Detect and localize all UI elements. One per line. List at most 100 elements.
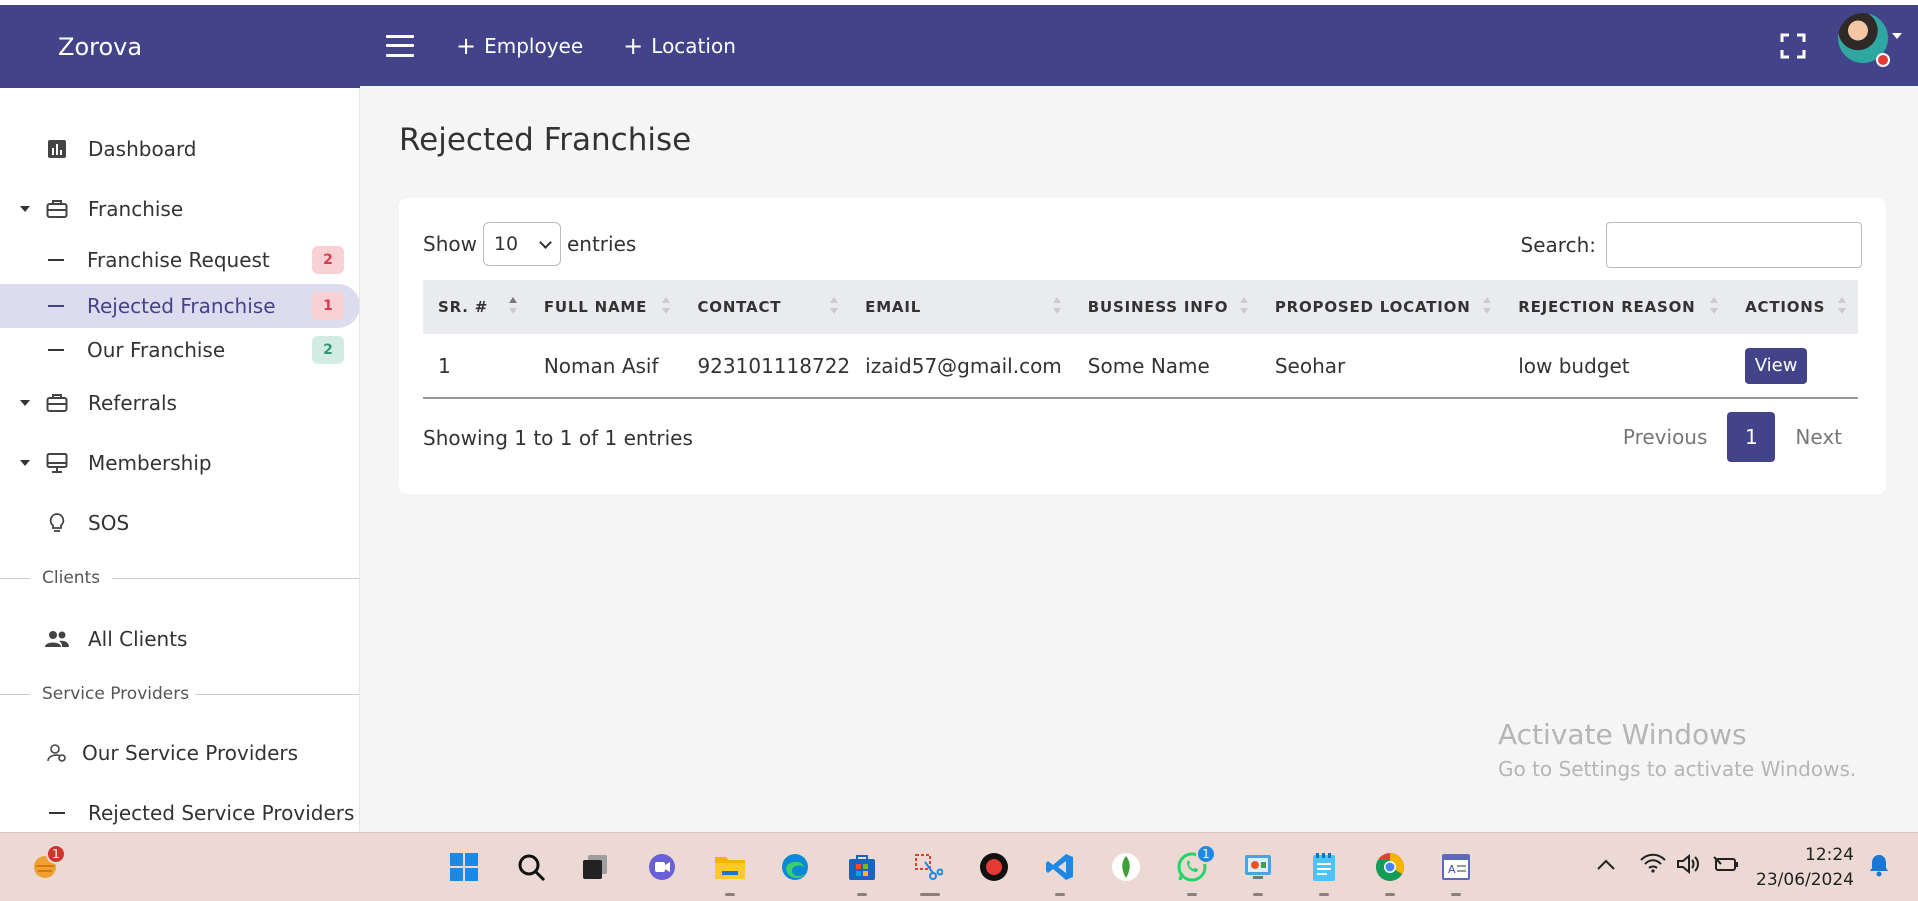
previous-page-button[interactable]: Previous	[1603, 425, 1728, 449]
section-title: Service Providers	[42, 684, 190, 704]
running-indicator	[1187, 893, 1197, 896]
sidebar-item-all-clients[interactable]: All Clients	[0, 622, 359, 656]
sidebar-item-rejected-service-providers[interactable]: Rejected Service Providers	[0, 796, 359, 830]
view-button[interactable]: View	[1745, 347, 1808, 384]
file-explorer-icon[interactable]	[713, 850, 747, 884]
chrome-icon[interactable]	[1373, 850, 1407, 884]
add-location-link[interactable]: + Location	[623, 34, 736, 58]
control-panel-icon[interactable]	[1241, 850, 1275, 884]
bar-chart-icon	[44, 136, 70, 162]
brand-logo[interactable]: Zorova	[0, 5, 360, 88]
weather-badge: 1	[46, 844, 66, 864]
clock-date: 23/06/2024	[1756, 870, 1854, 890]
cell-sr: 1	[438, 353, 451, 378]
screen-recorder-icon[interactable]	[977, 850, 1011, 884]
chevron-up-icon[interactable]	[1596, 855, 1616, 876]
sort-icon	[508, 297, 517, 317]
sidebar: Dashboard Franchise Franchise Request 2 …	[0, 88, 360, 832]
brand-name: Zorova	[58, 32, 143, 61]
windows-start-icon[interactable]	[447, 850, 481, 884]
column-header-rejection-reason[interactable]: REJECTION REASON	[1503, 280, 1730, 334]
caret-down-icon	[20, 460, 30, 466]
rejected-franchise-table: SR. # FULL NAME CONTACT EMAIL BUSINESS I…	[423, 280, 1858, 399]
sidebar-item-label: Our Service Providers	[82, 741, 299, 765]
wordpad-icon[interactable]: A	[1439, 850, 1473, 884]
column-header-email[interactable]: EMAIL	[850, 280, 1073, 334]
page-size-value: 10	[493, 233, 519, 255]
next-page-button[interactable]: Next	[1775, 425, 1862, 449]
volume-icon[interactable]	[1676, 853, 1702, 880]
sort-icon	[1483, 297, 1492, 317]
sidebar-item-franchise[interactable]: Franchise	[0, 192, 359, 226]
sidebar-item-sos[interactable]: SOS	[0, 506, 359, 540]
clock-time: 12:24	[1805, 845, 1854, 865]
cell-email: izaid57@gmail.com	[865, 353, 1062, 378]
column-header-actions[interactable]: ACTIONS	[1730, 280, 1858, 334]
section-title: Clients	[42, 568, 101, 588]
sort-icon	[830, 297, 839, 317]
pagination: Previous 1 Next	[1603, 412, 1862, 462]
add-employee-link[interactable]: + Employee	[456, 34, 583, 58]
sidebar-subitem-our-franchise[interactable]: Our Franchise 2	[0, 328, 359, 372]
user-menu[interactable]	[1838, 13, 1904, 73]
taskbar-clock[interactable]: 12:24 23/06/2024	[1756, 843, 1854, 893]
lightbulb-icon	[44, 510, 70, 536]
sidebar-subitem-label: Franchise Request	[87, 248, 270, 272]
running-indicator	[725, 893, 735, 896]
battery-icon[interactable]	[1713, 855, 1739, 878]
search-input[interactable]	[1606, 222, 1862, 268]
sidebar-item-dashboard[interactable]: Dashboard	[0, 132, 359, 166]
briefcase-icon	[44, 390, 70, 416]
dash-icon	[44, 800, 70, 826]
column-header-business-info[interactable]: BUSINESS INFO	[1073, 280, 1260, 334]
sidebar-item-referrals[interactable]: Referrals	[0, 386, 359, 420]
hamburger-menu-icon[interactable]	[386, 34, 414, 57]
sidebar-item-our-service-providers[interactable]: Our Service Providers	[0, 736, 359, 770]
sidebar-subitem-franchise-request[interactable]: Franchise Request 2	[0, 238, 359, 282]
microsoft-store-icon[interactable]	[845, 850, 879, 884]
running-indicator	[1055, 893, 1065, 896]
mongodb-compass-icon[interactable]	[1109, 850, 1143, 884]
column-header-sr[interactable]: SR. #	[423, 280, 529, 334]
show-label: Show	[423, 232, 477, 256]
cell-contact: 923101118722	[697, 353, 851, 378]
watermark-subtitle: Go to Settings to activate Windows.	[1498, 757, 1857, 781]
activate-windows-watermark: Activate Windows Go to Settings to activ…	[1498, 718, 1856, 781]
page-size-control: Show 10 entries	[423, 222, 636, 266]
add-location-label: Location	[651, 33, 736, 58]
sidebar-item-label: Rejected Service Providers	[88, 801, 355, 825]
column-header-proposed-location[interactable]: PROPOSED LOCATION	[1260, 280, 1503, 334]
people-icon	[44, 626, 70, 652]
page-1-button[interactable]: 1	[1727, 412, 1776, 462]
search-icon[interactable]	[514, 850, 548, 884]
task-view-icon[interactable]	[578, 850, 612, 884]
notification-bell-icon[interactable]	[1868, 853, 1890, 882]
snipping-tool-icon[interactable]	[911, 850, 945, 884]
wifi-icon[interactable]	[1640, 853, 1666, 878]
sort-icon	[662, 297, 671, 317]
column-header-contact[interactable]: CONTACT	[682, 280, 850, 334]
edge-browser-icon[interactable]	[778, 850, 812, 884]
monitor-icon	[44, 450, 70, 476]
sidebar-subitem-label: Our Franchise	[87, 338, 226, 362]
running-indicator	[1451, 893, 1461, 896]
caret-down-icon	[20, 206, 30, 212]
sidebar-subitem-rejected-franchise[interactable]: Rejected Franchise 1	[0, 284, 359, 328]
table-card: Show 10 entries Search: SR. # FULL NAME …	[399, 198, 1886, 494]
plus-icon: +	[623, 31, 644, 60]
cell-full-name: Noman Asif	[543, 353, 659, 378]
dash-icon	[48, 259, 64, 261]
fullscreen-icon[interactable]	[1780, 33, 1806, 59]
vscode-icon[interactable]	[1043, 850, 1077, 884]
meet-chat-icon[interactable]	[645, 850, 679, 884]
dash-icon	[48, 305, 64, 307]
plus-icon: +	[456, 31, 477, 60]
page-size-select[interactable]: 10	[482, 222, 561, 266]
sort-icon	[1710, 297, 1719, 317]
status-dot	[1876, 53, 1890, 67]
notepad-icon[interactable]	[1307, 850, 1341, 884]
sidebar-item-membership[interactable]: Membership	[0, 446, 359, 480]
sidebar-item-label: Dashboard	[88, 137, 197, 161]
column-header-full-name[interactable]: FULL NAME	[529, 280, 683, 334]
sort-icon	[1239, 297, 1248, 317]
